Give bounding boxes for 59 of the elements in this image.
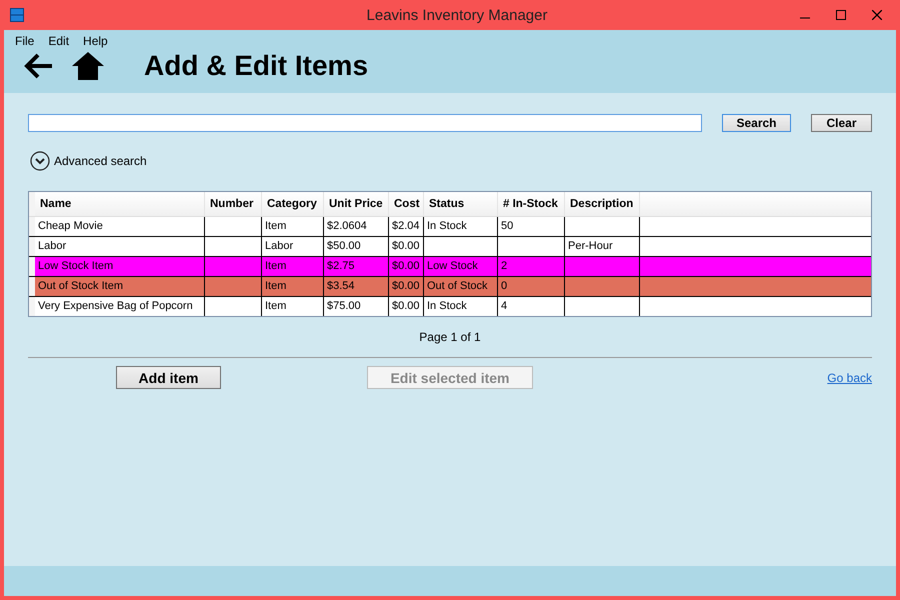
page-indicator: Page 1 of 1 (418, 330, 482, 344)
table-cell: 4 (501, 300, 508, 312)
table-cell: $2.04 (392, 220, 420, 232)
expand-icon[interactable] (30, 151, 50, 171)
window-title: Leavins Inventory Manager (366, 6, 548, 24)
menu-item[interactable]: File (15, 34, 34, 48)
add-item-button[interactable]: Add item (116, 366, 221, 389)
table-cell: $75.00 (327, 300, 361, 312)
table-row[interactable]: Low Stock Item Item $2.75 $0.00 Low Stock 2 (29, 257, 871, 277)
table-cell: Item (265, 300, 286, 312)
maximize-icon[interactable] (836, 10, 846, 20)
page-title: Add & Edit Items (144, 50, 368, 82)
table-cell: Item (265, 280, 286, 292)
column-header[interactable]: Description (565, 192, 640, 216)
table-cell: Very Expensive Bag of Popcorn (38, 300, 193, 312)
column-header[interactable]: Category (262, 192, 324, 216)
close-icon[interactable] (872, 10, 882, 20)
table-cell: Item (265, 220, 286, 232)
column-header[interactable]: Status (424, 192, 498, 216)
advanced-search-label[interactable]: Advanced search (54, 154, 147, 168)
table-cell: 2 (501, 260, 508, 272)
menu-item[interactable]: Edit (48, 34, 70, 48)
table-cell: $0.00 (392, 260, 420, 272)
table-cell: In Stock (427, 220, 467, 232)
table-cell: In Stock (427, 300, 467, 312)
table-cell: Cheap Movie (38, 220, 103, 232)
table-row[interactable]: Out of Stock Item Item $3.54 $0.00 Out of Stock 0 (29, 277, 871, 297)
table-cell: Labor (38, 240, 66, 252)
table-cell: $0.00 (392, 280, 420, 292)
table-cell: $0.00 (392, 240, 420, 252)
column-header[interactable]: Number (205, 192, 262, 216)
menu-item[interactable]: Help (83, 34, 108, 48)
table-cell: Per-Hour (568, 240, 613, 252)
table-cell: Low Stock (427, 260, 478, 272)
clear-button[interactable]: Clear (811, 114, 872, 132)
table-cell: Item (265, 260, 286, 272)
table-cell: 0 (501, 280, 508, 292)
column-header[interactable]: Cost (389, 192, 424, 216)
table-cell: $2.75 (327, 260, 355, 272)
table-cell: 50 (501, 220, 514, 232)
search-field[interactable] (28, 114, 702, 132)
home-icon[interactable] (72, 52, 104, 80)
table-cell: Out of Stock Item (38, 280, 123, 292)
table-cell: Labor (265, 240, 294, 252)
table-row[interactable]: Labor Labor $50.00 $0.00 Per-Hour (29, 237, 871, 257)
table-cell: $2.0604 (327, 220, 367, 232)
app-icon (10, 8, 24, 22)
go-back-link[interactable]: Go back (827, 370, 872, 384)
table-row[interactable]: Cheap Movie Item $2.0604 $2.04 In Stock 50 (29, 217, 871, 237)
table-cell: $50.00 (327, 240, 361, 252)
back-arrow-icon[interactable] (24, 53, 54, 79)
table-cell: $0.00 (392, 300, 420, 312)
table-cell: Out of Stock (427, 280, 488, 292)
column-header[interactable]: Unit Price (324, 192, 389, 216)
table-cell: Low Stock Item (38, 260, 114, 272)
search-button[interactable]: Search (722, 114, 791, 132)
column-header[interactable]: Name (35, 192, 205, 216)
table-cell: $3.54 (327, 280, 355, 292)
column-header[interactable]: # In-Stock (498, 192, 565, 216)
